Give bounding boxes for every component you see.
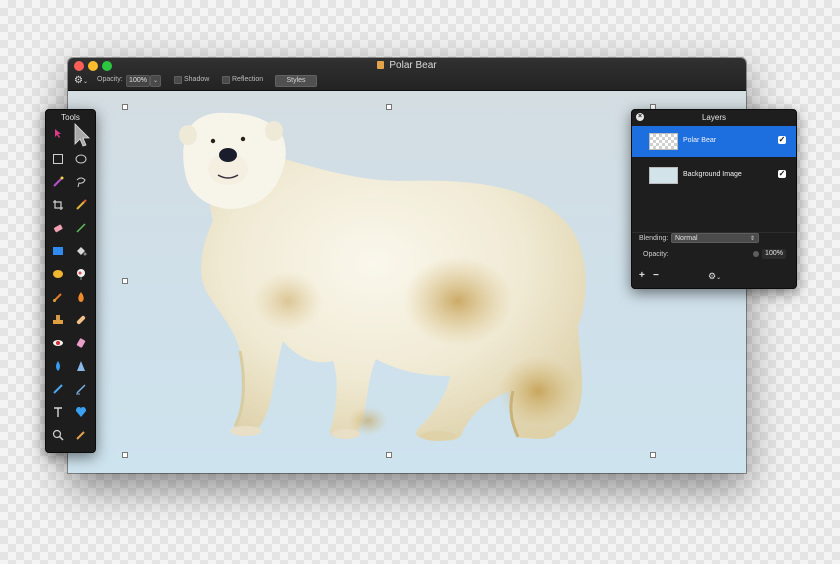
shadow-label: Shadow: [184, 76, 210, 83]
eyedropper-icon[interactable]: [74, 428, 88, 442]
blending-mode-value: Normal: [675, 235, 698, 242]
opacity-slider-knob[interactable]: [753, 251, 759, 257]
gear-icon[interactable]: ⚙⌄: [708, 270, 721, 284]
brush-icon[interactable]: [51, 290, 65, 304]
gradient-icon[interactable]: [74, 267, 88, 281]
pen-icon[interactable]: [74, 198, 88, 212]
heart-shape-icon[interactable]: [74, 405, 88, 419]
magic-wand-icon[interactable]: [51, 175, 65, 189]
layer-thumbnail: [649, 133, 678, 150]
layer-thumbnail: [649, 167, 678, 184]
tools-panel: Tools: [45, 109, 96, 453]
reflection-label: Reflection: [232, 76, 264, 83]
bandage-icon[interactable]: [74, 313, 88, 327]
select-arrows-icon: ⇕: [749, 236, 755, 242]
selection-handle[interactable]: [386, 452, 392, 458]
document-title-text: Polar Bear: [389, 60, 437, 71]
selection-handle[interactable]: [122, 452, 128, 458]
layer-name: Background Image: [683, 171, 742, 178]
layers-panel-title: Layers: [701, 113, 726, 122]
zoom-icon[interactable]: [51, 428, 65, 442]
layer-opacity-value[interactable]: 100%: [762, 249, 786, 259]
shadow-checkbox[interactable]: [174, 76, 182, 84]
line-icon[interactable]: [74, 221, 88, 235]
tools-panel-title: Tools: [61, 113, 80, 122]
layer-opacity-label: Opacity:: [643, 251, 669, 258]
eraser-icon[interactable]: [51, 221, 65, 235]
stamp-icon[interactable]: [51, 313, 65, 327]
pencil-icon[interactable]: [51, 382, 65, 396]
layer-name: Polar Bear: [683, 137, 717, 144]
selection-handle[interactable]: [122, 104, 128, 110]
pointer-icon[interactable]: [73, 122, 91, 148]
document-title: Polar Bear: [68, 60, 746, 71]
vector-pen-icon[interactable]: [74, 382, 88, 396]
selection-handle[interactable]: [650, 452, 656, 458]
sponge-icon[interactable]: [51, 267, 65, 281]
layer-row-polar-bear[interactable]: Polar Bear ✓: [632, 126, 796, 157]
selection-handle[interactable]: [386, 104, 392, 110]
opacity-dropdown-button[interactable]: ⌄: [150, 75, 161, 87]
burn-icon[interactable]: [74, 290, 88, 304]
layers-panel: × Layers Polar Bear ✓ Background Image ✓…: [631, 109, 797, 289]
styles-button[interactable]: Styles: [275, 75, 317, 87]
layer-visibility-checkbox[interactable]: ✓: [778, 170, 786, 178]
smudge-icon[interactable]: [74, 336, 88, 350]
close-icon[interactable]: ×: [636, 113, 644, 121]
rect-select-icon[interactable]: [51, 152, 65, 166]
reflection-checkbox[interactable]: [222, 76, 230, 84]
blending-label: Blending:: [639, 235, 669, 242]
layer-visibility-checkbox[interactable]: ✓: [778, 136, 786, 144]
text-icon[interactable]: [51, 405, 65, 419]
layer-row-background-image[interactable]: Background Image ✓: [632, 160, 796, 191]
gear-icon[interactable]: ⚙⌄: [74, 75, 88, 88]
selection-handle[interactable]: [122, 278, 128, 284]
toolbar: ⚙⌄ Opacity: 100% ⌄ Shadow Reflection Sty…: [68, 74, 746, 88]
sharpen-icon[interactable]: [74, 359, 88, 373]
rectangle-shape-icon[interactable]: [51, 244, 65, 258]
remove-layer-button[interactable]: −: [653, 270, 659, 282]
document-icon: [377, 61, 385, 69]
opacity-field[interactable]: 100%: [126, 75, 150, 87]
opacity-label: Opacity:: [97, 76, 123, 83]
add-layer-button[interactable]: +: [639, 270, 645, 282]
crop-icon[interactable]: [51, 198, 65, 212]
ellipse-select-icon[interactable]: [74, 152, 88, 166]
red-eye-icon[interactable]: [51, 336, 65, 350]
lasso-icon[interactable]: [74, 175, 88, 189]
paint-bucket-icon[interactable]: [74, 244, 88, 258]
blending-mode-select[interactable]: Normal ⇕: [671, 233, 759, 243]
title-bar[interactable]: Polar Bear ⚙⌄ Opacity: 100% ⌄ Shadow Ref…: [68, 58, 746, 91]
blur-drop-icon[interactable]: [51, 359, 65, 373]
arrow-icon[interactable]: [51, 126, 65, 140]
